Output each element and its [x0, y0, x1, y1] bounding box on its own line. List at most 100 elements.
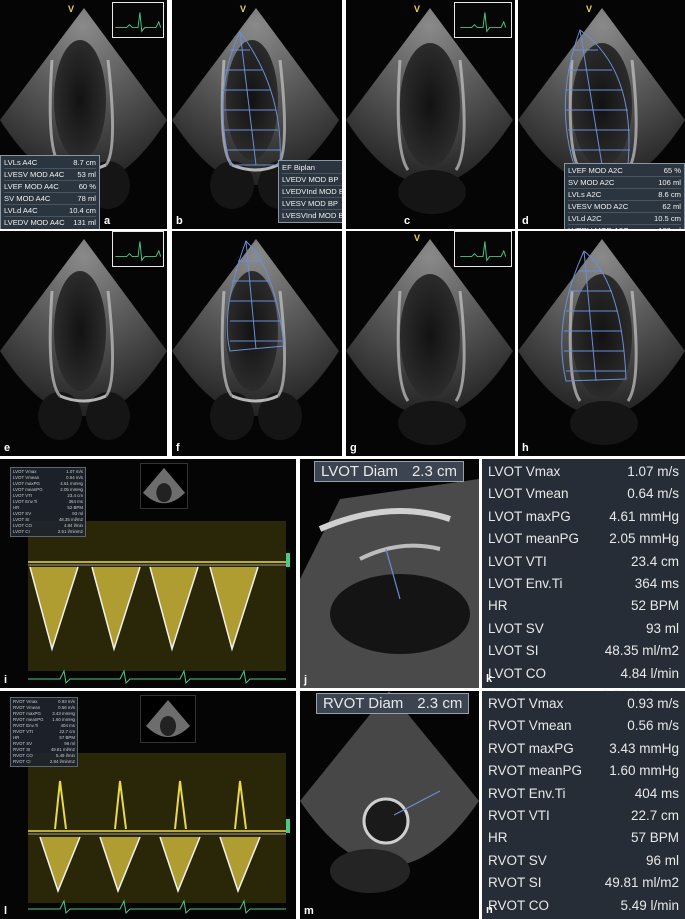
rvot-measurement-row: RVOT SV 96 ml	[488, 850, 679, 872]
measurement-d-value: 62 ml	[662, 202, 681, 211]
lvot-measurement-value: 0.64 m/s	[627, 486, 679, 502]
panel-label-e: e	[4, 442, 11, 454]
measurement-d-label: LVEDV MOD A2C	[568, 225, 629, 229]
rvot-measurement-row: RVOT VTI 22.7 cm	[488, 805, 679, 827]
rvot-measurement-row: RVOT SI 49.81 ml/m2	[488, 872, 679, 894]
measurement-d-row: LVLd A2C 10.5 cm	[568, 213, 681, 225]
lvot-measurement-label: LVOT Vmax	[488, 464, 561, 479]
panel-c-a2c-end-diastole: V c	[346, 0, 515, 229]
measurement-d-row: SV MOD A2C 106 ml	[568, 177, 681, 189]
panel-label-i: i	[4, 674, 8, 686]
mini-lvot-measurement-value: 2.51 l/minm2	[57, 529, 83, 534]
rvot-measurement-label: RVOT SV	[488, 852, 547, 868]
lvot-measurement-row: LVOT VTI 23.4 cm	[488, 551, 679, 573]
mini-rvot-measurement-value: 2.84 l/minm2	[49, 759, 75, 764]
measurement-d-row: LVEDV MOD A2C 168 ml	[568, 225, 681, 229]
measurement-box-b: EF Biplan61 %LVEDV MOD BP148 mlLVEDVInd …	[278, 160, 342, 223]
measurement-d-value: 8.6 cm	[658, 190, 681, 199]
mini-measurement-table-i: LVOT Vmax 1.07 m/s LVOT Vmean 0.64 m/s LVOT …	[10, 467, 86, 537]
measurement-a-row: LVLs A4C 8.7 cm	[4, 157, 96, 169]
measurement-d-value: 10.5 cm	[653, 214, 681, 223]
rvot-measurement-row: RVOT Vmean 0.56 m/s	[488, 715, 679, 737]
panel-label-d: d	[522, 215, 529, 227]
rvot-diam-box: RVOT Diam 2.3 cm	[316, 693, 470, 714]
mini-lvot-measurement-row: LVOT CI 2.51 l/minm2	[13, 529, 83, 535]
panel-i-lvot-doppler: LVOT Vmax 1.07 m/s LVOT Vmean 0.64 m/s LVOT …	[0, 459, 296, 688]
measurement-d-label: LVEF MOD A2C	[568, 166, 623, 175]
measurement-a-row: LVLd A4C 10.4 cm	[4, 205, 96, 217]
ultrasound-f	[172, 237, 341, 442]
measurement-a-label: SV MOD A4C	[4, 194, 51, 203]
lvot-measurement-label: LVOT maxPG	[488, 508, 571, 524]
rvot-measurement-value: 404 ms	[634, 785, 679, 801]
measurement-d-row: LVLs A2C 8.6 cm	[568, 189, 681, 201]
measurement-a-value: 53 ml	[77, 170, 96, 179]
panel-label-f: f	[176, 442, 180, 454]
measurement-box-a: LVLs A4C 8.7 cm LVESV MOD A4C 53 ml LVEF MOD…	[0, 155, 100, 229]
measurement-d-label: LVESV MOD A2C	[568, 202, 629, 211]
rvot-diam-label: RVOT Diam	[323, 695, 404, 712]
lvot-diam-box: LVOT Diam 2.3 cm	[314, 461, 464, 482]
lvot-measurement-row: LVOT Vmean 0.64 m/s	[488, 483, 679, 505]
lvot-measurement-row: LVOT Vmax 1.07 m/s	[488, 461, 679, 483]
panel-label-j: j	[304, 674, 308, 686]
rvot-measurement-value: 0.56 m/s	[627, 718, 679, 734]
lvot-measurement-row: LVOT SV 93 ml	[488, 618, 679, 640]
rvot-measurement-value: 49.81 ml/m2	[604, 875, 679, 891]
lvot-measurement-list: LVOT Vmax 1.07 m/s LVOT Vmean 0.64 m/s LVOT …	[482, 459, 685, 703]
lvot-measurement-label: LVOT SV	[488, 620, 544, 636]
measurement-b-row: LVESVInd MOD BP29.87 ml/m2	[282, 210, 342, 221]
measurement-d-label: LVLd A2C	[568, 214, 602, 223]
panel-b-biplane-trace: V EF Biplan61 %LVEDV MOD BP148 mlLVEDVIn…	[172, 0, 342, 229]
measurement-a-value: 8.7 cm	[73, 158, 96, 167]
panel-label-c: c	[404, 215, 411, 227]
measurement-d-row: LVESV MOD A2C 62 ml	[568, 201, 681, 213]
panel-g-a2c-end-systole: V g	[346, 231, 515, 456]
panel-a-a4c-end-diastole: V LVLs A4C 8.7 cm LVESV MOD A4C 53 ml LVEF M…	[0, 0, 167, 229]
rvot-measurement-value: 1.60 mmHg	[609, 763, 679, 779]
measurement-d-label: SV MOD A2C	[568, 178, 615, 187]
lvot-measurement-row: HR 52 BPM	[488, 595, 679, 617]
rvot-measurement-value: 57 BPM	[630, 830, 679, 846]
lvot-measurement-label: LVOT CO	[488, 665, 547, 681]
rvot-measurement-label: RVOT VTI	[488, 807, 550, 823]
ultrasound-plax	[300, 459, 479, 688]
lvot-measurement-row: LVOT meanPG 2.05 mmHg	[488, 528, 679, 550]
measurement-b-label: EF Biplan	[282, 163, 315, 172]
lvot-measurement-value: 2.05 mmHg	[609, 531, 679, 547]
measurement-d-label: LVLs A2C	[568, 190, 602, 199]
rvot-measurement-label: RVOT SI	[488, 875, 542, 891]
measurement-b-label: LVEDV MOD BP	[282, 175, 339, 184]
rvot-measurement-label: RVOT maxPG	[488, 740, 574, 756]
measurement-a-value: 60 %	[78, 182, 96, 191]
lvot-measurement-value: 364 ms	[634, 575, 679, 591]
mini-rvot-measurement-row: RVOT CI 2.84 l/minm2	[13, 759, 75, 765]
measurement-a-label: LVEDV MOD A4C	[4, 218, 65, 227]
mini-measurement-table-l: RVOT Vmax 0.93 m/s RVOT Vmean 0.56 m/s RVOT …	[10, 697, 78, 767]
panel-label-l: l	[4, 905, 8, 917]
rvot-measurement-row: HR 57 BPM	[488, 827, 679, 849]
lvot-measurement-row: LVOT Env.Ti 364 ms	[488, 573, 679, 595]
panel-label-h: h	[522, 442, 529, 454]
panel-label-a: a	[104, 215, 111, 227]
panel-label-b: b	[176, 215, 183, 227]
ecg-thumbnail-c	[454, 2, 512, 38]
v-marker: V	[240, 4, 247, 14]
measurement-d-value: 168 ml	[658, 225, 681, 229]
lvot-measurement-value: 1.07 m/s	[627, 464, 679, 479]
lvot-measurement-value: 52 BPM	[630, 598, 679, 614]
panel-j-lvot-diameter: LVOT Diam 2.3 cm j	[300, 459, 479, 688]
lvot-measurement-row: LVOT maxPG 4.61 mmHg	[488, 506, 679, 528]
panel-label-k: k	[486, 673, 493, 685]
measurement-a-label: LVESV MOD A4C	[4, 170, 65, 179]
panel-l-rvot-doppler: RVOT Vmax 0.93 m/s RVOT Vmean 0.56 m/s RVOT …	[0, 691, 296, 919]
rvot-measurement-label: RVOT Vmean	[488, 718, 572, 734]
rvot-measurement-value: 3.43 mmHg	[609, 740, 679, 756]
rvot-measurement-label: RVOT Vmax	[488, 696, 564, 711]
ecg-thumbnail-g	[454, 231, 512, 267]
measurement-b-label: LVESV MOD BP	[282, 199, 338, 208]
panel-label-m: m	[304, 905, 314, 917]
measurement-d-row: LVEF MOD A2C 65 %	[568, 165, 681, 177]
lvot-measurement-value: 48.35 ml/m2	[604, 643, 679, 659]
ultrasound-h	[518, 237, 685, 447]
